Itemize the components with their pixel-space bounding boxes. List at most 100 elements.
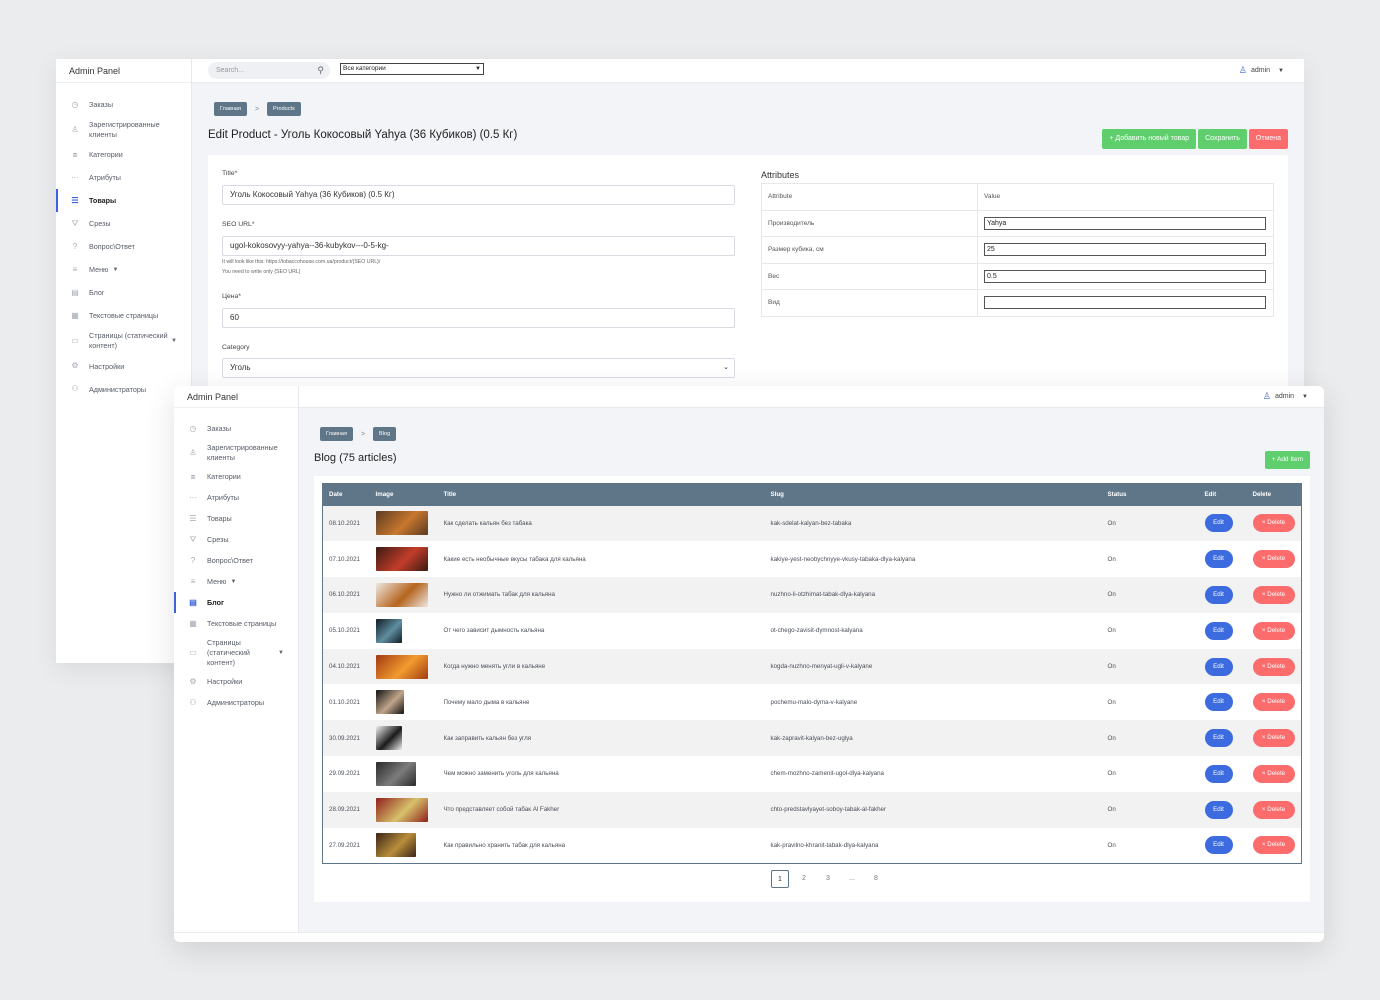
users-icon: ⚇ [189, 698, 197, 708]
sidebar-item[interactable]: ▤ Блог [174, 592, 298, 614]
breadcrumb-home[interactable]: Главная [320, 427, 353, 441]
sidebar-item[interactable]: ⧈ Категории [174, 466, 298, 487]
search-input[interactable]: Search... ⚲ [208, 62, 330, 79]
edit-button[interactable]: Edit [1204, 693, 1233, 712]
cancel-button[interactable]: Отмена [1248, 129, 1288, 149]
delete-button[interactable]: × Delete [1252, 693, 1295, 712]
sidebar-item[interactable]: ◷ Заказы [56, 93, 191, 116]
sidebar-item[interactable]: ▭ Страницы (статический контент) ▼ [174, 634, 298, 671]
title-field[interactable]: Уголь Кокосовый Yahya (36 Кубиков) (0.5 … [222, 185, 735, 205]
blog-list-window: Admin Panel ◷ Заказы ♙ Зарегистрированные к… [174, 386, 1324, 942]
save-button[interactable]: Сохранить [1198, 129, 1247, 149]
sidebar-item[interactable]: ? Вопрос\Ответ [174, 550, 298, 571]
row-title[interactable]: Как заправить кальян без угля [437, 720, 765, 757]
sidebar-item[interactable]: ⚇ Администраторы [56, 378, 191, 401]
edit-button[interactable]: Edit [1204, 764, 1233, 783]
row-title[interactable]: Когда нужно менять угли в кальяне [437, 648, 765, 685]
sidebar-item-label: Атрибуты [207, 493, 239, 503]
edit-button[interactable]: Edit [1204, 514, 1233, 533]
edit-button[interactable]: Edit [1204, 800, 1233, 819]
chevron-down-icon: ▼ [1278, 67, 1284, 74]
sidebar-item[interactable]: ♙ Зарегистрированные клиенты [174, 439, 298, 466]
row-title[interactable]: Как сделать кальян без табака [437, 505, 765, 542]
delete-button[interactable]: × Delete [1252, 800, 1295, 819]
attribute-value-cell: 25 [977, 236, 1274, 264]
chevron-down-icon: ▼ [475, 66, 481, 72]
page-link[interactable]: 2 [795, 870, 813, 888]
row-title[interactable]: От чего зависит дымность кальяна [438, 613, 765, 649]
user-menu[interactable]: ♙ admin ▼ [1263, 391, 1308, 402]
breadcrumb-products[interactable]: Products [267, 102, 301, 116]
delete-button[interactable]: × Delete [1252, 621, 1295, 640]
sidebar-item[interactable]: ▭ Страницы (статический контент) ▼ [56, 327, 191, 354]
sidebar-nav: ◷ Заказы ♙ Зарегистрированные клиенты ⧈ Катег… [174, 408, 298, 714]
sidebar-item[interactable]: ▦ Текстовые страницы [174, 613, 298, 634]
row-title[interactable]: Что представляет собой табак Al Fakher [437, 791, 765, 828]
category-label: Category [222, 344, 250, 351]
row-title[interactable]: Какие есть необычные вкусы табака для ка… [438, 541, 765, 577]
edit-button[interactable]: Edit [1204, 729, 1233, 748]
sidebar-item[interactable]: ? Вопрос\Ответ [56, 235, 191, 258]
column-header-delete: Delete [1246, 483, 1302, 506]
sidebar-item[interactable]: ⚙ Настройки [174, 672, 298, 693]
gear-icon: ⚙ [71, 361, 79, 371]
breadcrumb-home[interactable]: Главная [214, 102, 247, 116]
category-filter-select[interactable]: Все категории ▼ [340, 63, 484, 75]
attribute-value-input[interactable]: 25 [984, 243, 1266, 257]
sidebar-item[interactable]: ≡ Меню ▼ [56, 258, 191, 281]
row-title[interactable]: Чем можно заменить уголь для кальяна [438, 756, 765, 792]
question-icon: ? [72, 241, 78, 251]
category-select[interactable]: Уголь ⌄ [222, 358, 735, 378]
delete-button[interactable]: × Delete [1252, 514, 1295, 533]
table-row: 05.10.2021 От чего зависит дымность калья… [323, 613, 1302, 649]
sidebar-item[interactable]: ⧈ Категории [56, 143, 191, 166]
sidebar-item[interactable]: ☰ Товары [174, 508, 298, 529]
sidebar-item[interactable]: ≡ Меню ▼ [174, 571, 298, 592]
edit-button[interactable]: Edit [1204, 836, 1233, 855]
sidebar-item[interactable]: ⚙ Настройки [56, 355, 191, 378]
article-thumbnail [375, 618, 402, 643]
row-title[interactable]: Нужно ли отжимать табак для кальяна [437, 577, 765, 613]
price-field[interactable]: 60 [222, 308, 735, 328]
sidebar-item[interactable]: ◷ Заказы [174, 418, 298, 439]
row-title[interactable]: Как правильно хранить табак для кальяна [438, 828, 765, 864]
sidebar-item[interactable]: ⚇ Администраторы [174, 693, 298, 714]
attribute-value-input[interactable]: Yahya [984, 216, 1266, 230]
seo-url-field[interactable]: ugol-kokosovyy-yahya--36-kubykov---0-5-k… [222, 236, 735, 256]
search-icon[interactable]: ⚲ [317, 62, 324, 79]
delete-button[interactable]: × Delete [1252, 550, 1295, 569]
row-image-cell [370, 684, 438, 720]
edit-button[interactable]: Edit [1204, 550, 1233, 569]
sidebar-item[interactable]: ♙ Зарегистрированные клиенты [56, 116, 191, 143]
delete-button[interactable]: × Delete [1252, 836, 1295, 855]
edit-button[interactable]: Edit [1204, 585, 1233, 604]
user-icon: ♙ [1238, 65, 1247, 75]
user-menu[interactable]: ♙ admin ▼ [1239, 65, 1284, 76]
page-link[interactable]: 3 [819, 870, 837, 888]
delete-button[interactable]: × Delete [1252, 729, 1295, 748]
edit-button[interactable]: Edit [1204, 657, 1233, 676]
sidebar-item[interactable]: ▤ Блог [56, 281, 191, 304]
attribute-name: Производитель [761, 209, 978, 237]
breadcrumb-blog[interactable]: Blog [373, 427, 397, 441]
sidebar-item[interactable]: ··· Атрибуты [174, 487, 298, 508]
attribute-value-input[interactable]: 0.5 [984, 269, 1266, 283]
add-new-product-button[interactable]: + Добавить новый товар [1102, 129, 1197, 149]
delete-button[interactable]: × Delete [1252, 585, 1295, 604]
row-status: On [1107, 841, 1116, 849]
sidebar-item[interactable]: ··· Атрибуты [56, 166, 191, 189]
delete-button[interactable]: × Delete [1252, 764, 1295, 783]
attribute-value-input[interactable] [984, 296, 1266, 310]
sidebar-item[interactable]: ☰ Товары [56, 189, 191, 213]
sidebar-item[interactable]: ⛛ Срезы [56, 212, 191, 235]
add-item-button[interactable]: + Add Item [1264, 451, 1310, 469]
user-icon: ♙ [1262, 391, 1271, 401]
sidebar-item[interactable]: ▦ Текстовые страницы [56, 304, 191, 327]
row-title[interactable]: Почему мало дыма в кальяне [438, 684, 765, 720]
page-link[interactable]: 1 [771, 870, 789, 888]
edit-button[interactable]: Edit [1204, 621, 1233, 640]
sidebar-item[interactable]: ⛛ Срезы [174, 529, 298, 550]
delete-button[interactable]: × Delete [1252, 657, 1295, 676]
row-image-cell [369, 791, 438, 828]
page-link[interactable]: 8 [867, 870, 885, 888]
